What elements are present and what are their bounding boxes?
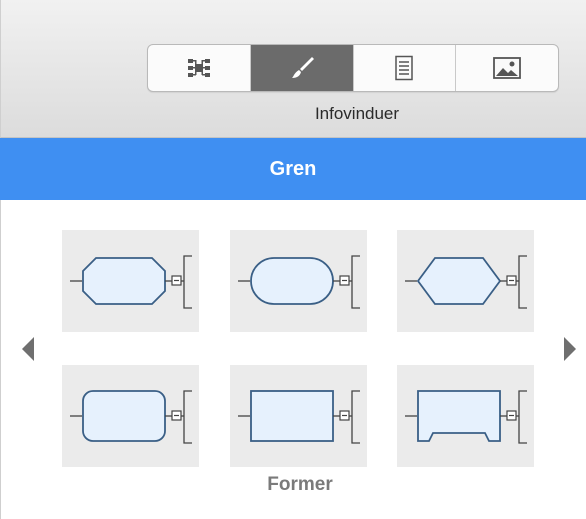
notched-rectangle-shape-icon xyxy=(405,390,527,444)
shape-option-rounded-rectangle[interactable] xyxy=(62,365,199,467)
capsule-shape-icon xyxy=(238,255,360,309)
section-header-gren[interactable]: Gren xyxy=(0,138,586,200)
toolbar-label: Infovinduer xyxy=(314,104,400,123)
notes-button[interactable] xyxy=(354,45,457,91)
map-inspector-icon xyxy=(187,59,210,77)
rectangle-shape-icon xyxy=(238,390,360,444)
shape-option-notched-rectangle[interactable] xyxy=(397,365,534,467)
brush-icon xyxy=(291,57,314,78)
previous-arrow-icon[interactable] xyxy=(20,335,36,363)
rounded-rectangle-shape-icon xyxy=(70,390,192,444)
shape-option-octagon[interactable] xyxy=(62,230,199,332)
notes-icon xyxy=(395,55,414,81)
image-icon xyxy=(493,57,522,79)
image-button[interactable] xyxy=(456,45,558,91)
octagon-shape-icon xyxy=(70,255,192,309)
map-inspector-button[interactable] xyxy=(148,45,251,91)
inspector-toolbar: Infovinduer xyxy=(0,0,586,138)
shape-option-hexagon[interactable] xyxy=(397,230,534,332)
shape-option-rectangle[interactable] xyxy=(230,365,367,467)
shapes-section-label: Former xyxy=(267,474,333,495)
inspector-segmented-control xyxy=(147,44,559,92)
style-inspector-button[interactable] xyxy=(250,45,354,91)
hexagon-shape-icon xyxy=(405,255,527,309)
next-arrow-icon[interactable] xyxy=(562,335,578,363)
shape-option-rounded-capsule[interactable] xyxy=(230,230,367,332)
